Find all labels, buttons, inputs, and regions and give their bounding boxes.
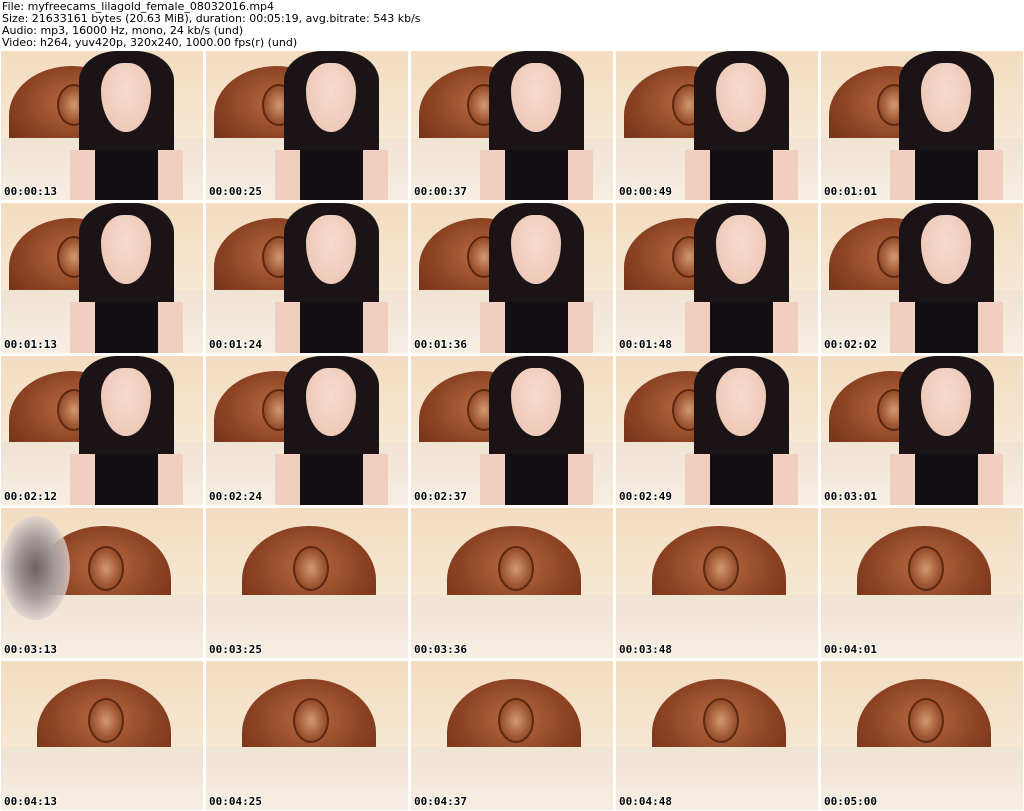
person-image xyxy=(479,203,593,353)
video-thumbnail: 00:05:00 xyxy=(821,660,1023,810)
thumbnail-timestamp: 00:02:12 xyxy=(4,490,57,504)
person-image xyxy=(69,51,183,201)
thumbnail-timestamp: 00:04:48 xyxy=(619,794,672,808)
thumbnail-timestamp: 00:04:13 xyxy=(4,794,57,808)
thumbnail-timestamp: 00:02:02 xyxy=(824,337,877,351)
thumbnail-timestamp: 00:03:36 xyxy=(414,642,467,656)
thumbnail-timestamp: 00:01:36 xyxy=(414,337,467,351)
person-image xyxy=(479,51,593,201)
video-thumbnail: 00:01:13 xyxy=(1,203,203,353)
thumbnail-timestamp: 00:02:49 xyxy=(619,490,672,504)
thumbnail-timestamp: 00:03:48 xyxy=(619,642,672,656)
thumbnail-timestamp: 00:01:01 xyxy=(824,185,877,199)
video-thumbnail: 00:00:13 xyxy=(1,51,203,201)
thumbnail-timestamp: 00:05:00 xyxy=(824,794,877,808)
thumbnail-timestamp: 00:00:49 xyxy=(619,185,672,199)
thumbnail-timestamp: 00:01:48 xyxy=(619,337,672,351)
thumbnail-timestamp: 00:01:13 xyxy=(4,337,57,351)
video-thumbnail: 00:03:01 xyxy=(821,355,1023,506)
thumbnail-timestamp: 00:00:13 xyxy=(4,185,57,199)
thumbnail-timestamp: 00:00:37 xyxy=(414,185,467,199)
person-image xyxy=(274,355,388,506)
person-image xyxy=(684,355,798,506)
person-image xyxy=(274,51,388,201)
video-thumbnail: 00:02:37 xyxy=(411,355,613,506)
video-thumbnail: 00:01:36 xyxy=(411,203,613,353)
person-image xyxy=(684,203,798,353)
thumbnail-timestamp: 00:03:01 xyxy=(824,490,877,504)
video-thumbnail: 00:00:37 xyxy=(411,51,613,201)
person-image xyxy=(889,51,1003,201)
video-thumbnail: 00:00:49 xyxy=(616,51,818,201)
video-thumbnail: 00:04:25 xyxy=(206,660,408,810)
person-image xyxy=(889,355,1003,506)
person-image xyxy=(69,355,183,506)
video-thumbnail: 00:04:37 xyxy=(411,660,613,810)
thumbnail-timestamp: 00:04:37 xyxy=(414,794,467,808)
video-thumbnail: 00:00:25 xyxy=(206,51,408,201)
thumbnail-grid: 00:00:13 00:00:25 00:00:37 00:00:49 00:01:01… xyxy=(1,51,1023,810)
video-thumbnail: 00:04:01 xyxy=(821,508,1023,658)
thumbnail-timestamp: 00:02:24 xyxy=(209,490,262,504)
thumbnail-timestamp: 00:04:01 xyxy=(824,642,877,656)
thumbnail-timestamp: 00:03:25 xyxy=(209,642,262,656)
person-image xyxy=(69,203,183,353)
video-thumbnail: 00:01:01 xyxy=(821,51,1023,201)
video-thumbnail: 00:03:48 xyxy=(616,508,818,658)
person-image xyxy=(479,355,593,506)
video-info-line: Video: h264, yuv420p, 320x240, 1000.00 f… xyxy=(2,36,298,49)
video-thumbnail: 00:04:13 xyxy=(1,660,203,810)
person-image xyxy=(684,51,798,201)
video-thumbnail: 00:02:12 xyxy=(1,355,203,506)
video-thumbnail: 00:03:25 xyxy=(206,508,408,658)
person-image xyxy=(889,203,1003,353)
video-thumbnail: 00:01:48 xyxy=(616,203,818,353)
thumbnail-timestamp: 00:02:37 xyxy=(414,490,467,504)
thumbnail-timestamp: 00:00:25 xyxy=(209,185,262,199)
video-thumbnail: 00:03:36 xyxy=(411,508,613,658)
thumbnail-timestamp: 00:04:25 xyxy=(209,794,262,808)
video-thumbnail: 00:03:13 xyxy=(1,508,203,658)
thumbnail-timestamp: 00:03:13 xyxy=(4,642,57,656)
video-thumbnail: 00:02:49 xyxy=(616,355,818,506)
motion-blur-image xyxy=(1,515,70,621)
person-image xyxy=(274,203,388,353)
video-thumbnail: 00:02:24 xyxy=(206,355,408,506)
video-thumbnail: 00:02:02 xyxy=(821,203,1023,353)
video-thumbnail: 00:01:24 xyxy=(206,203,408,353)
file-info-header: File: myfreecams_lilagold_female_0803201… xyxy=(2,1,1022,49)
video-thumbnail: 00:04:48 xyxy=(616,660,818,810)
thumbnail-timestamp: 00:01:24 xyxy=(209,337,262,351)
